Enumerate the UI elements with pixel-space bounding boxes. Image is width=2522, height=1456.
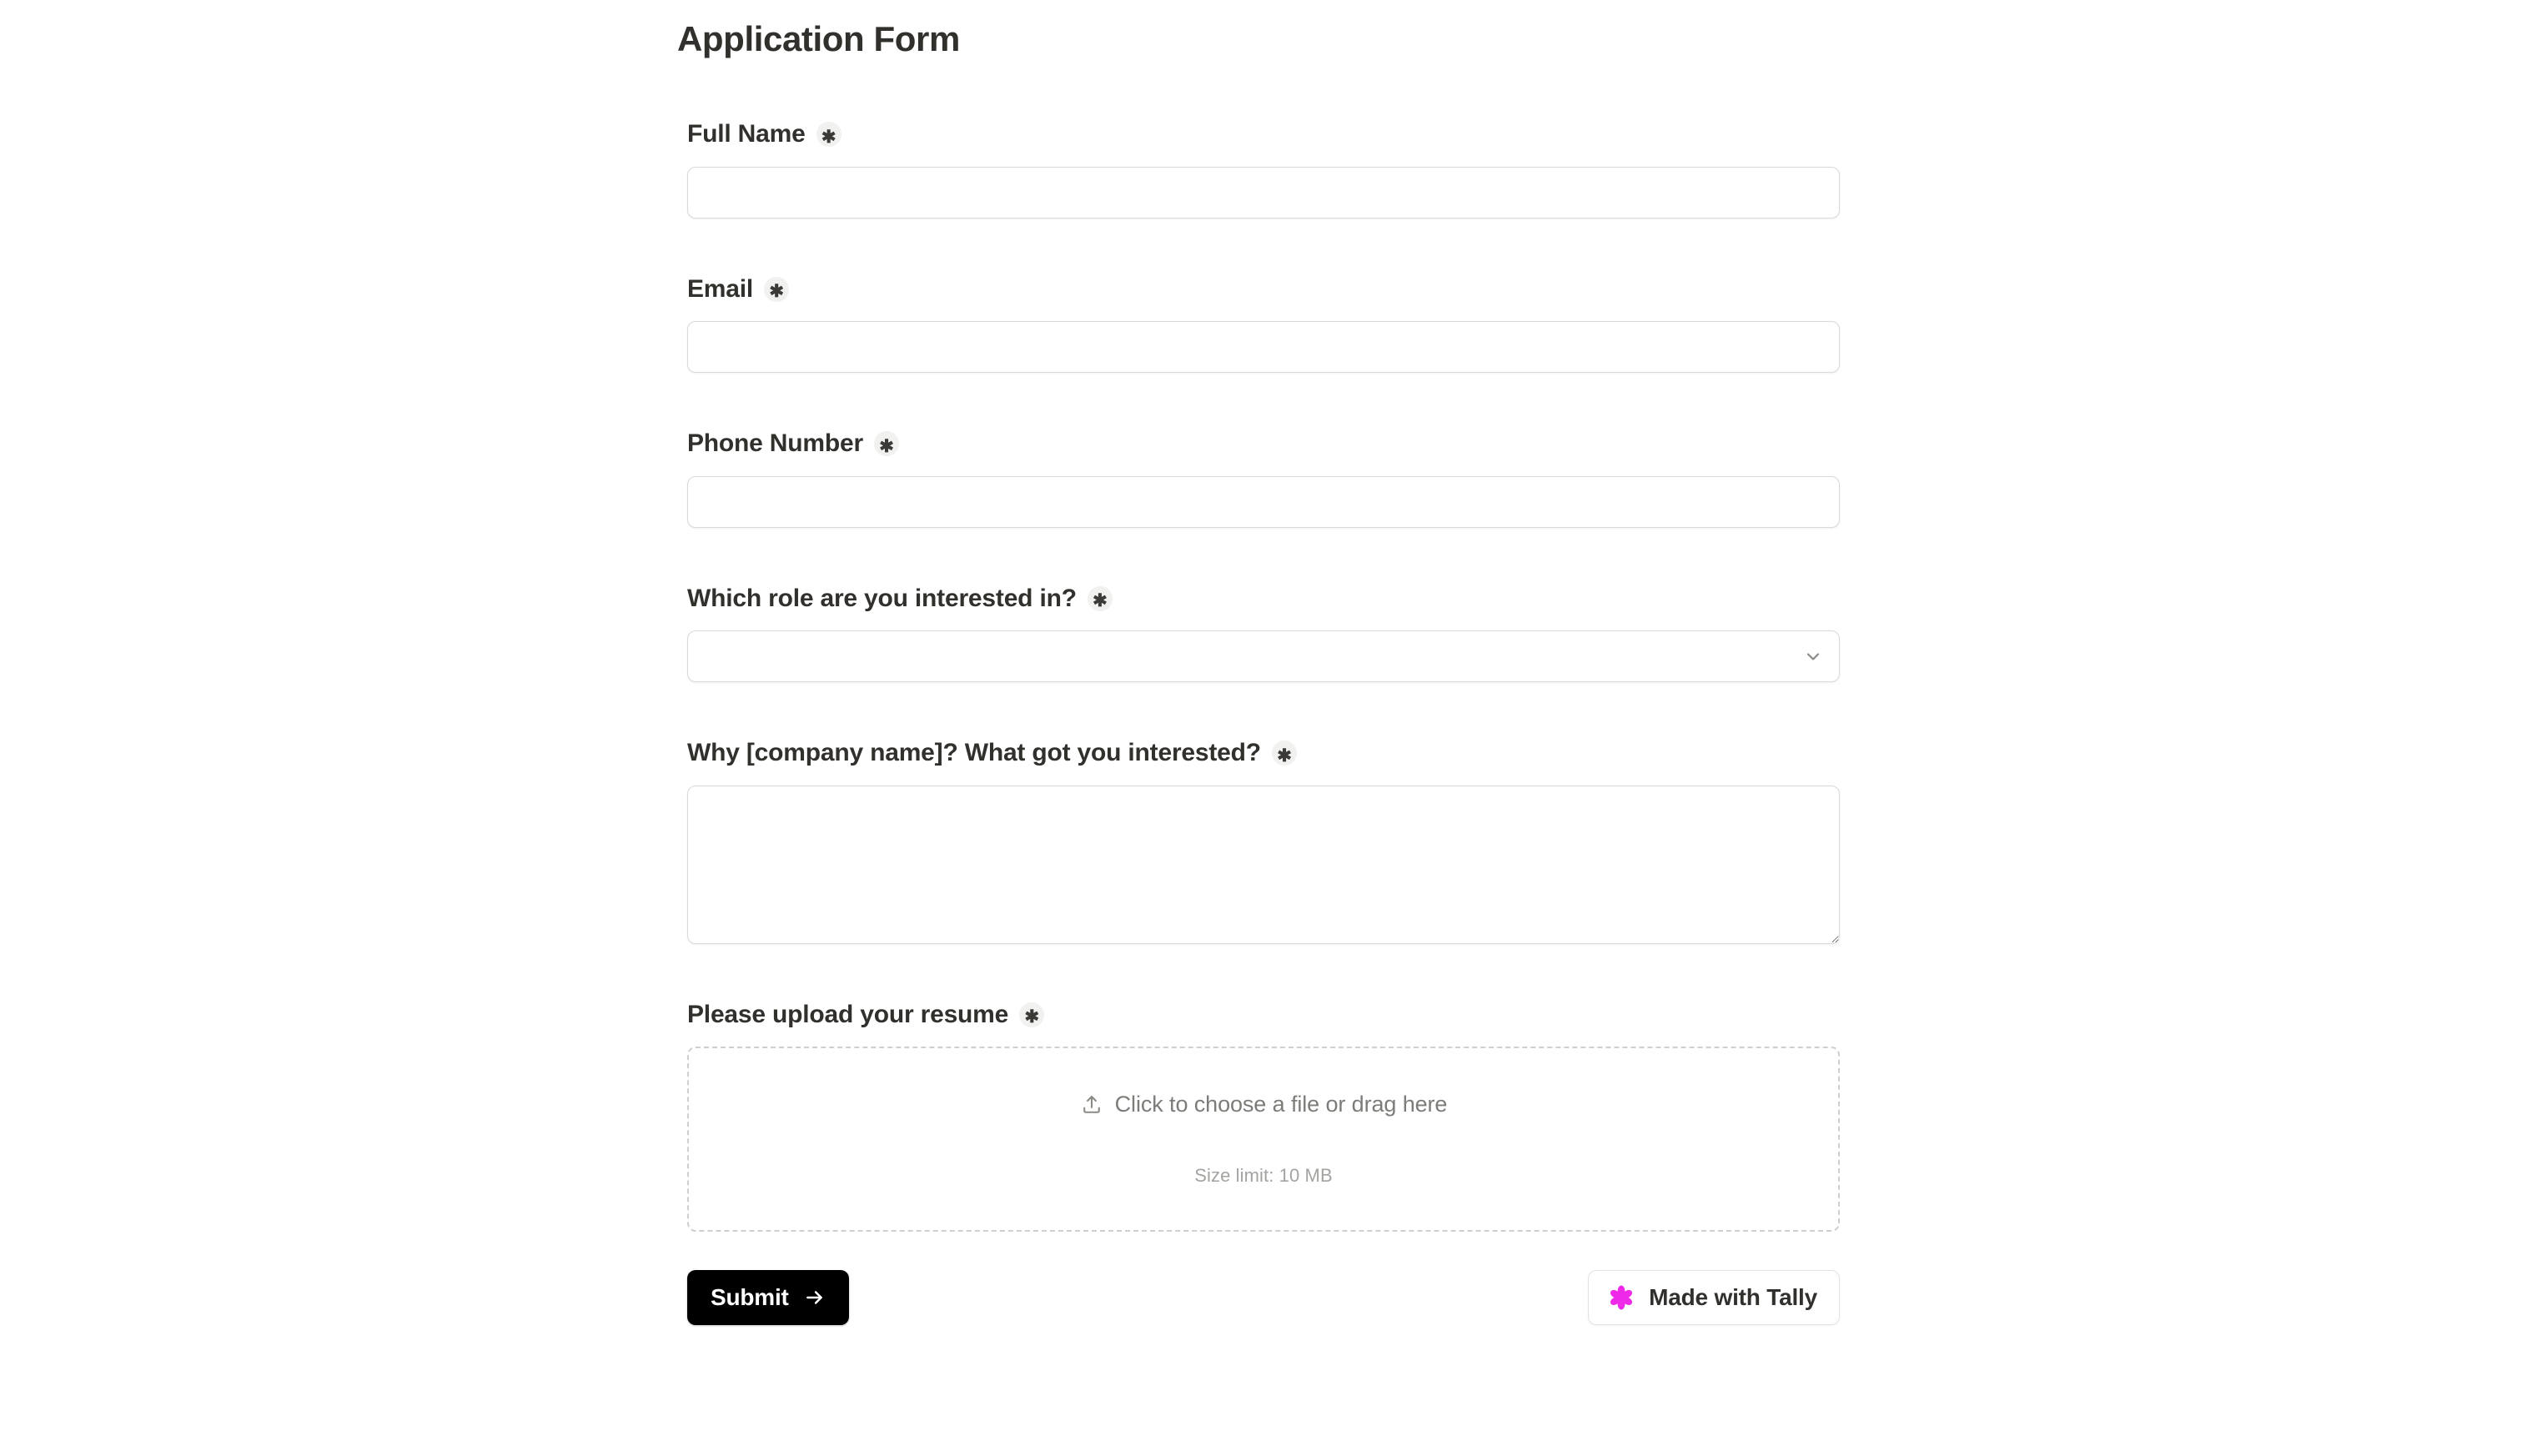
email-input[interactable]: [687, 321, 1840, 374]
dropzone-prompt: Click to choose a file or drag here: [1080, 1092, 1448, 1117]
field-label-why-company: Why [company name]? What got you interes…: [687, 737, 1840, 769]
form-page: Application Form Full Name ✱ Email ✱ Pho…: [0, 0, 2522, 1456]
required-asterisk-icon: ✱: [1087, 585, 1113, 611]
field-label-text: Why [company name]? What got you interes…: [687, 739, 1261, 767]
field-role: Which role are you interested in? ✱: [687, 583, 1840, 683]
role-select-wrapper: [687, 630, 1840, 683]
required-asterisk-icon: ✱: [816, 122, 842, 148]
submit-button-label: Submit: [711, 1284, 789, 1311]
field-label-phone-number: Phone Number ✱: [687, 428, 1840, 459]
resume-dropzone[interactable]: Click to choose a file or drag here Size…: [687, 1047, 1840, 1233]
field-why-company: Why [company name]? What got you interes…: [687, 737, 1840, 944]
field-resume-upload: Please upload your resume ✱ Click to cho…: [687, 999, 1840, 1233]
field-label-text: Phone Number: [687, 429, 863, 458]
required-asterisk-icon: ✱: [1019, 1002, 1045, 1027]
dropzone-size-limit: Size limit: 10 MB: [1194, 1165, 1333, 1187]
dropzone-text: Click to choose a file or drag here: [1114, 1092, 1448, 1117]
field-label-role: Which role are you interested in? ✱: [687, 583, 1840, 615]
required-asterisk-icon: ✱: [873, 431, 899, 457]
tally-badge-label: Made with Tally: [1649, 1284, 1817, 1311]
arrow-right-icon: [806, 1291, 822, 1305]
phone-number-input[interactable]: [687, 475, 1840, 528]
field-label-resume-upload: Please upload your resume ✱: [687, 999, 1840, 1031]
field-label-text: Full Name: [687, 120, 806, 148]
field-label-text: Email: [687, 274, 754, 303]
application-form: Application Form Full Name ✱ Email ✱ Pho…: [677, 0, 1840, 1375]
upload-icon: [1083, 1095, 1100, 1113]
role-select[interactable]: [687, 630, 1840, 683]
field-label-full-name: Full Name ✱: [687, 118, 1840, 150]
field-label-text: Which role are you interested in?: [687, 584, 1077, 612]
submit-button[interactable]: Submit: [687, 1270, 849, 1326]
field-label-text: Please upload your resume: [687, 1000, 1009, 1028]
field-full-name: Full Name ✱: [687, 118, 1840, 218]
form-footer: Submit Made with Tally: [687, 1270, 1840, 1375]
tally-flower-icon: [1610, 1285, 1633, 1310]
field-phone-number: Phone Number ✱: [687, 428, 1840, 528]
required-asterisk-icon: ✱: [764, 276, 790, 302]
field-email: Email ✱: [687, 274, 1840, 374]
made-with-tally-badge[interactable]: Made with Tally: [1588, 1270, 1840, 1326]
full-name-input[interactable]: [687, 166, 1840, 218]
field-label-email: Email ✱: [687, 274, 1840, 305]
page-title: Application Form: [677, 19, 960, 58]
required-asterisk-icon: ✱: [1271, 741, 1297, 766]
why-company-textarea[interactable]: [687, 785, 1840, 944]
